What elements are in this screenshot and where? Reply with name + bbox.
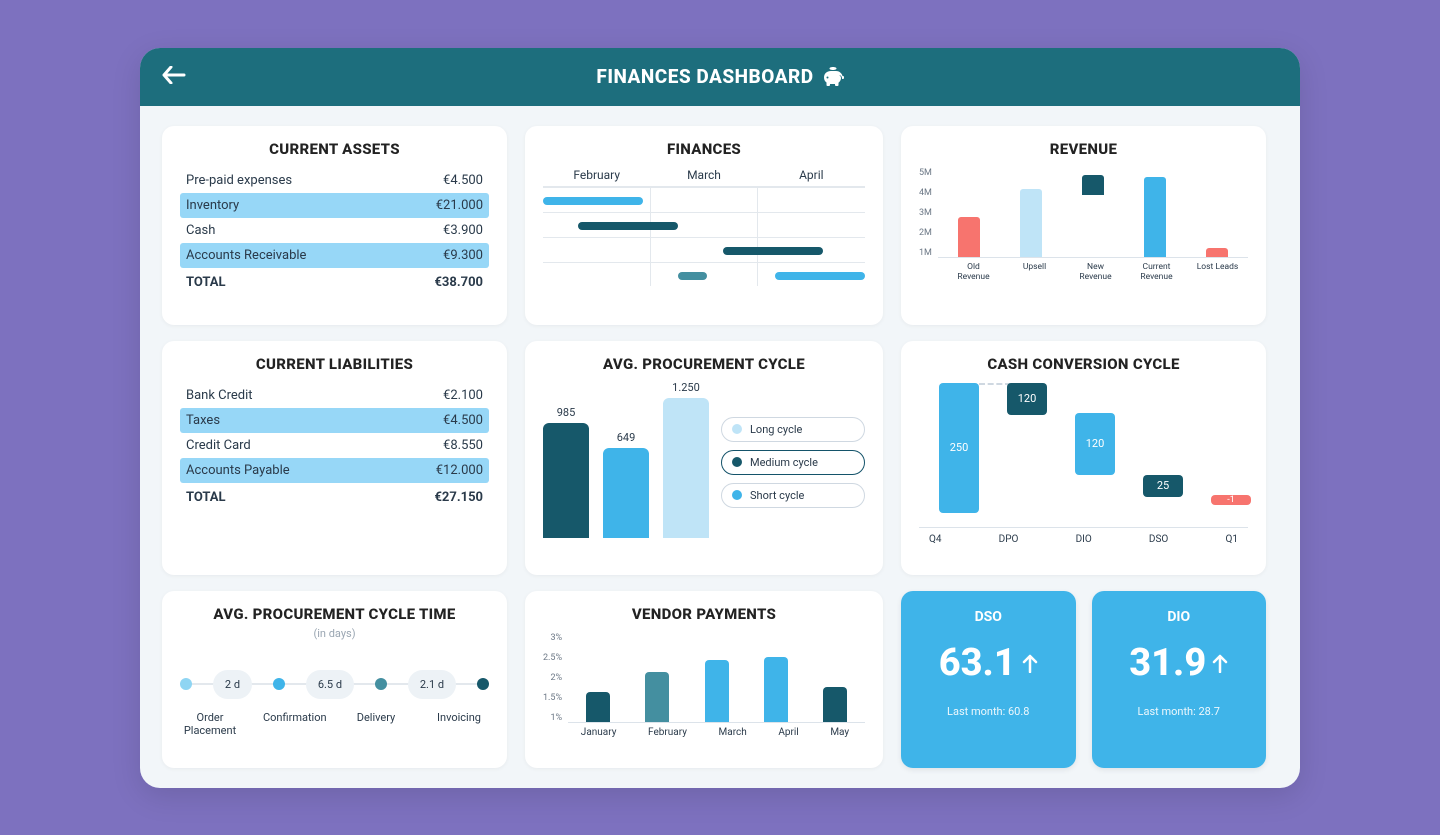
bar: [543, 423, 589, 538]
dashboard-grid: CURRENT ASSETS Pre-paid expenses€4.500 I…: [140, 106, 1300, 788]
arrow-up-icon: [1212, 653, 1228, 673]
table-row: Inventory€21.000: [180, 193, 489, 218]
proc-cycle-bars: 985 649 1.250: [543, 383, 709, 538]
page-title-text: FINANCES DASHBOARD: [596, 65, 813, 88]
table-row: Accounts Receivable€9.300: [180, 243, 489, 268]
piggy-icon: [822, 67, 844, 87]
bar: [705, 660, 729, 722]
card-title: AVG. PROCUREMENT CYCLE TIME: [180, 605, 489, 623]
bar: [958, 217, 980, 257]
revenue-bars: [938, 168, 1248, 257]
arrow-up-icon: [1022, 653, 1038, 673]
gantt-bar: [543, 197, 643, 205]
card-title: AVG. PROCUREMENT CYCLE: [543, 355, 865, 373]
kpi-value: 63.1: [939, 641, 1016, 685]
bar: [1144, 177, 1166, 257]
table-row: Bank Credit€2.100: [180, 383, 489, 408]
gantt-bar: [678, 272, 707, 280]
bar: [764, 657, 788, 722]
card-subtitle: (in days): [180, 627, 489, 640]
titlebar: FINANCES DASHBOARD: [140, 48, 1300, 106]
table-row: Cash€3.900: [180, 218, 489, 243]
table-row: Accounts Payable€12.000: [180, 458, 489, 483]
back-button[interactable]: [162, 66, 186, 88]
table-row: Credit Card€8.550: [180, 433, 489, 458]
bar: [663, 398, 709, 538]
card-vendor-payments: VENDOR PAYMENTS 3% 2.5% 2% 1.5% 1%: [525, 591, 883, 768]
kpi-row: DSO 63.1 Last month: 60.8 DIO 31.9 Last …: [901, 591, 1266, 768]
card-title: VENDOR PAYMENTS: [543, 605, 865, 623]
legend-item[interactable]: Short cycle: [721, 483, 865, 508]
timeline-duration: 6.5 d: [306, 670, 354, 699]
card-revenue: REVENUE 5M 4M 3M 2M 1M: [901, 126, 1266, 325]
kpi-title: DIO: [1102, 609, 1257, 625]
kpi-dso[interactable]: DSO 63.1 Last month: 60.8: [901, 591, 1076, 768]
timeline-duration: 2 d: [213, 670, 252, 699]
kpi-sub: Last month: 60.8: [911, 705, 1066, 718]
legend: Long cycle Medium cycle Short cycle: [721, 417, 865, 508]
gantt-bar: [578, 222, 678, 230]
timeline-node: [273, 678, 285, 690]
table-row: Taxes€4.500: [180, 408, 489, 433]
vendor-bars: [568, 633, 865, 723]
bar: [1206, 248, 1228, 257]
x-axis: January February March April May: [565, 727, 865, 738]
card-proc-cycle: AVG. PROCUREMENT CYCLE 985 649 1.250 Lon…: [525, 341, 883, 575]
x-axis: Old Revenue Upsell New Revenue Current R…: [943, 262, 1248, 282]
timeline-node: [375, 678, 387, 690]
bar: [586, 692, 610, 722]
gantt-bar: [723, 247, 823, 255]
bar: 250: [939, 383, 979, 513]
kpi-value: 31.9: [1129, 641, 1206, 685]
bar: [1020, 189, 1042, 257]
bar: 120: [1075, 413, 1115, 475]
table-row-total: TOTAL€38.700: [180, 270, 489, 295]
back-arrow-icon: [162, 66, 186, 84]
card-title: CURRENT LIABILITIES: [180, 355, 489, 373]
card-title: CURRENT ASSETS: [180, 140, 489, 158]
bar: [1082, 175, 1104, 195]
y-axis: 3% 2.5% 2% 1.5% 1%: [543, 633, 562, 723]
gantt-bar: [775, 272, 865, 280]
bar: [823, 687, 847, 722]
card-title: REVENUE: [919, 140, 1248, 158]
timeline-duration: 2.1 d: [408, 670, 456, 699]
x-axis: Q4 DPO DIO DSO Q1: [919, 534, 1248, 545]
card-cash-conversion: CASH CONVERSION CYCLE 250 120 120 25 -1 …: [901, 341, 1266, 575]
card-current-liabilities: CURRENT LIABILITIES Bank Credit€2.100 Ta…: [162, 341, 507, 575]
card-current-assets: CURRENT ASSETS Pre-paid expenses€4.500 I…: [162, 126, 507, 325]
card-title: FINANCES: [543, 140, 865, 158]
legend-item[interactable]: Long cycle: [721, 417, 865, 442]
kpi-title: DSO: [911, 609, 1066, 625]
timeline-node: [477, 678, 489, 690]
app-window: FINANCES DASHBOARD CURRENT ASSETS Pre-pa…: [140, 48, 1300, 788]
bar: 120: [1007, 383, 1047, 415]
card-proc-cycle-time: AVG. PROCUREMENT CYCLE TIME (in days) 2 …: [162, 591, 507, 768]
legend-item[interactable]: Medium cycle: [721, 450, 865, 475]
ccc-waterfall: 250 120 120 25 -1: [919, 383, 1248, 528]
bar: [645, 672, 669, 722]
table-row: Pre-paid expenses€4.500: [180, 168, 489, 193]
card-title: CASH CONVERSION CYCLE: [919, 355, 1248, 373]
y-axis: 5M 4M 3M 2M 1M: [919, 168, 932, 258]
bar: 25: [1143, 475, 1183, 497]
timeline-node: [180, 678, 192, 690]
card-finances-gantt: FINANCES February March April: [525, 126, 883, 325]
gantt-chart: February March April: [543, 168, 865, 286]
kpi-sub: Last month: 28.7: [1102, 705, 1257, 718]
table-row-total: TOTAL€27.150: [180, 485, 489, 510]
kpi-dio[interactable]: DIO 31.9 Last month: 28.7: [1092, 591, 1267, 768]
bar: -1: [1211, 495, 1251, 505]
bar: [603, 448, 649, 538]
timeline: 2 d 6.5 d 2.1 d: [180, 670, 489, 699]
timeline-labels: Order Placement Confirmation Delivery In…: [180, 711, 489, 737]
page-title: FINANCES DASHBOARD: [596, 65, 843, 88]
